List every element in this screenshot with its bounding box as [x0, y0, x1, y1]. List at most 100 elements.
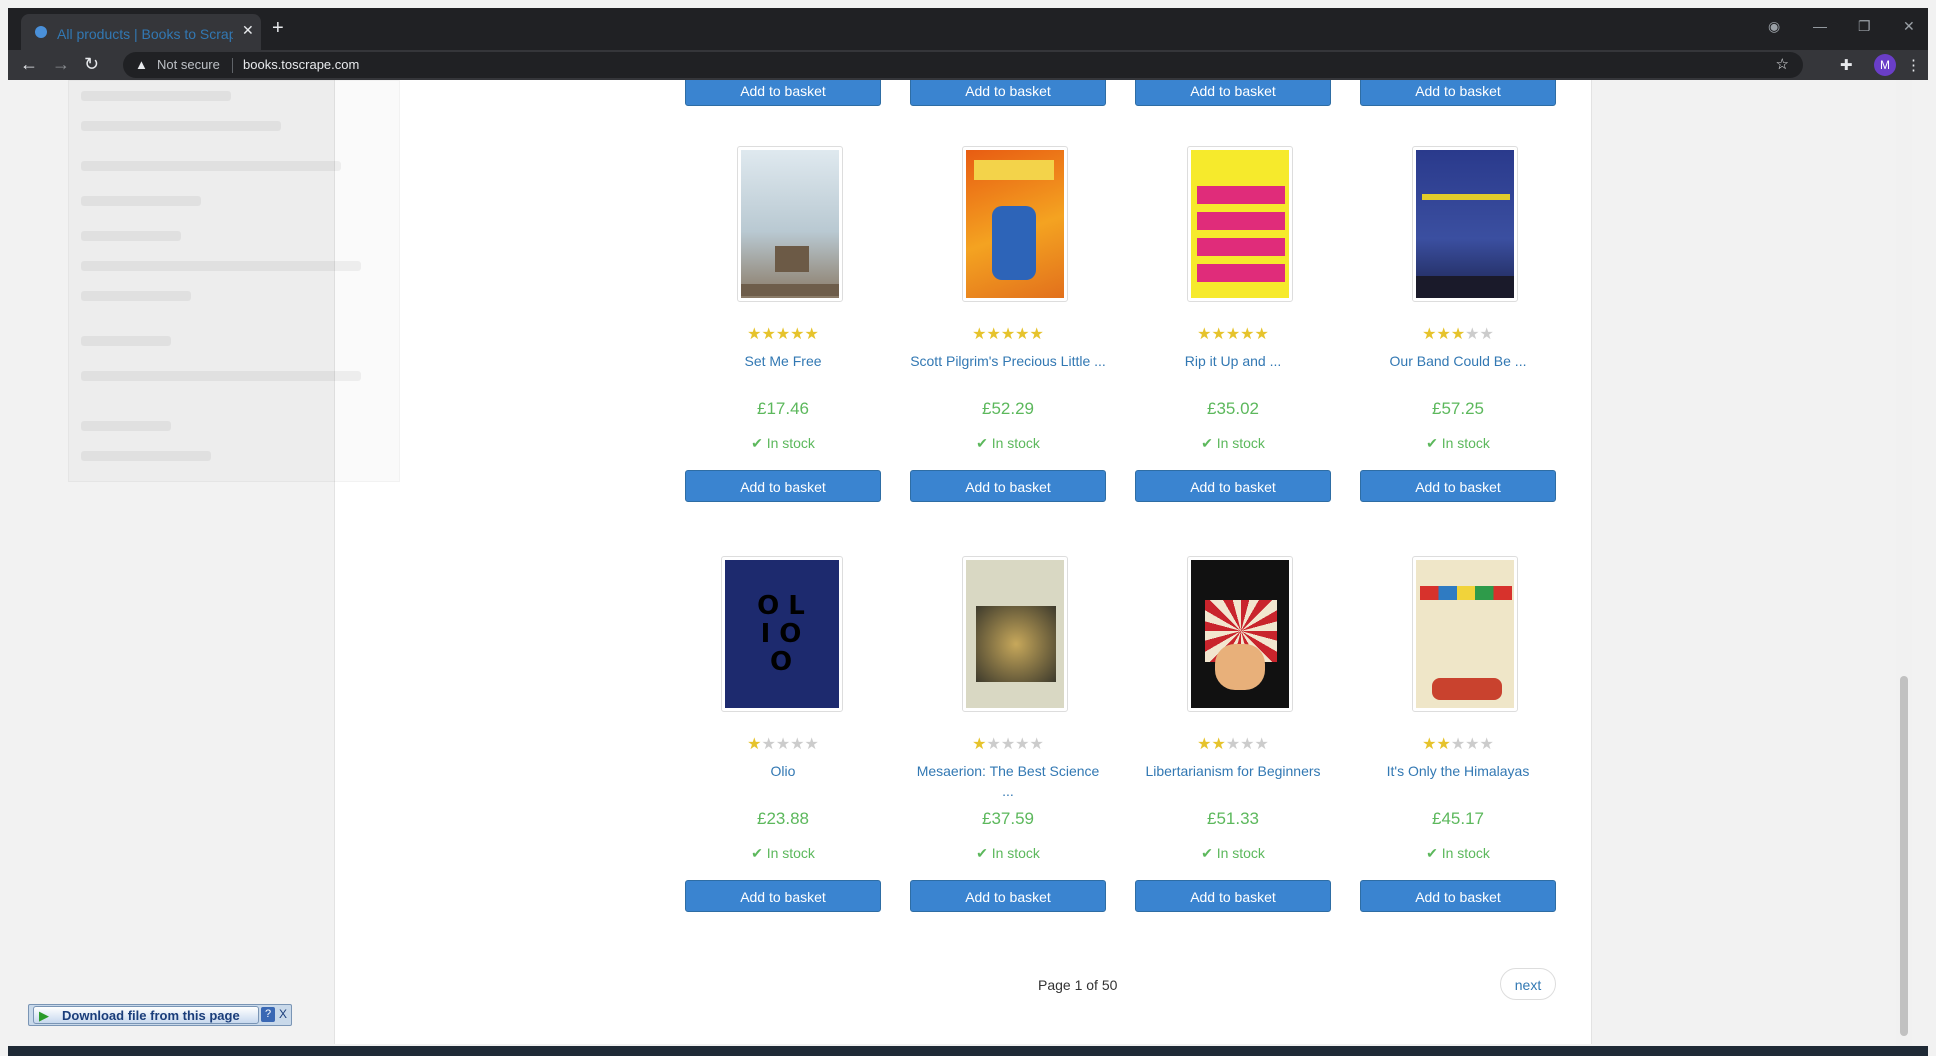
check-icon: ✔ — [1201, 845, 1217, 861]
window-close-icon[interactable]: ✕ — [1903, 18, 1915, 35]
book-cover-image[interactable] — [1135, 556, 1331, 716]
star-rating: ★★★★★ — [1135, 324, 1331, 344]
product-card: ★★★★★ Our Band Could Be ... £57.25 ✔ In … — [1360, 146, 1556, 502]
star-icon: ★ — [1211, 326, 1226, 343]
bookmark-star-icon[interactable]: ☆ — [1776, 55, 1789, 73]
scrollbar-thumb[interactable] — [1900, 676, 1908, 1036]
help-icon[interactable]: ? — [261, 1007, 275, 1022]
vertical-scrollbar[interactable] — [1896, 80, 1912, 1046]
browser-tab[interactable]: All products | Books to Scrape - Sandbox… — [21, 14, 261, 50]
star-icon: ★ — [761, 326, 776, 343]
star-rating: ★★★★★ — [910, 324, 1106, 344]
book-cover-image[interactable]: O L I OO — [685, 556, 881, 716]
star-icon: ★ — [1465, 326, 1480, 343]
star-icon: ★ — [1254, 326, 1269, 343]
book-cover-image[interactable] — [910, 556, 1106, 716]
product-title-link[interactable]: It's Only the Himalayas — [1360, 761, 1556, 781]
address-bar[interactable]: ▲ Not secure books.toscrape.com ☆ — [123, 52, 1803, 78]
add-to-basket-button[interactable]: Add to basket — [910, 470, 1106, 502]
add-to-basket-button[interactable]: Add to basket — [1135, 80, 1331, 106]
product-card: ★★★★★ Mesaerion: The Best Science ... £3… — [910, 556, 1106, 912]
book-cover-image[interactable] — [1135, 146, 1331, 306]
star-icon: ★ — [986, 326, 1001, 343]
tab-close-icon[interactable]: ✕ — [242, 22, 254, 39]
star-rating: ★★★★★ — [1135, 734, 1331, 754]
star-rating: ★★★★★ — [1360, 734, 1556, 754]
star-icon: ★ — [790, 736, 805, 753]
product-card: ★★★★★ It's Only the Himalayas £45.17 ✔ I… — [1360, 556, 1556, 912]
add-to-basket-button[interactable]: Add to basket — [910, 880, 1106, 912]
add-to-basket-button[interactable]: Add to basket — [1360, 80, 1556, 106]
security-status[interactable]: Not secure — [157, 57, 220, 72]
check-icon: ✔ — [1201, 435, 1217, 451]
star-icon: ★ — [972, 326, 987, 343]
profile-avatar[interactable]: M — [1874, 54, 1896, 76]
add-to-basket-button[interactable]: Add to basket — [1360, 470, 1556, 502]
url-text[interactable]: books.toscrape.com — [243, 57, 359, 72]
star-icon: ★ — [1015, 736, 1030, 753]
product-title-link[interactable]: Our Band Could Be ... — [1360, 351, 1556, 371]
warning-icon[interactable]: ▲ — [135, 57, 148, 72]
add-to-basket-button[interactable]: Add to basket — [685, 470, 881, 502]
product-title-link[interactable]: Libertarianism for Beginners — [1135, 761, 1331, 781]
close-icon[interactable]: X — [277, 1007, 289, 1022]
add-to-basket-button[interactable]: Add to basket — [1135, 880, 1331, 912]
book-cover-image[interactable] — [1360, 556, 1556, 716]
omnibox-divider — [232, 58, 233, 73]
star-icon: ★ — [1465, 736, 1480, 753]
book-cover-image[interactable] — [685, 146, 881, 306]
product-title-link[interactable]: Scott Pilgrim's Precious Little ... — [910, 351, 1106, 371]
next-page-button[interactable]: next — [1500, 968, 1556, 1000]
product-title-link[interactable]: Olio — [685, 761, 881, 781]
check-icon: ✔ — [976, 435, 992, 451]
star-icon: ★ — [1225, 736, 1241, 753]
new-tab-button[interactable]: + — [272, 18, 284, 38]
product-title-link[interactable]: Set Me Free — [685, 351, 881, 371]
star-icon: ★ — [1422, 326, 1437, 343]
star-icon: ★ — [1000, 736, 1016, 753]
extensions-icon[interactable]: ✚ — [1840, 56, 1853, 74]
add-to-basket-button[interactable]: Add to basket — [1135, 470, 1331, 502]
star-icon: ★ — [804, 326, 819, 343]
add-to-basket-button[interactable]: Add to basket — [1360, 880, 1556, 912]
product-price: £37.59 — [982, 809, 1034, 828]
check-icon: ✔ — [1426, 435, 1442, 451]
star-icon: ★ — [747, 326, 762, 343]
add-to-basket-button[interactable]: Add to basket — [910, 80, 1106, 106]
add-to-basket-button[interactable]: Add to basket — [685, 80, 881, 106]
menu-kebab-icon[interactable]: ⋮ — [1906, 56, 1921, 74]
star-icon: ★ — [1197, 326, 1212, 343]
reload-icon[interactable]: ↻ — [84, 54, 99, 74]
star-icon: ★ — [1240, 326, 1255, 343]
availability: ✔ In stock — [976, 435, 1040, 451]
download-file-button[interactable]: Download file from this page — [33, 1006, 259, 1024]
availability: ✔ In stock — [1426, 845, 1490, 861]
tab-search-icon[interactable]: ◉ — [1768, 18, 1780, 35]
product-price: £17.46 — [757, 399, 809, 418]
product-price: £52.29 — [982, 399, 1034, 418]
restore-icon[interactable]: ❐ — [1858, 18, 1871, 35]
add-to-basket-button[interactable]: Add to basket — [685, 880, 881, 912]
star-icon: ★ — [1450, 736, 1466, 753]
product-title-link[interactable]: Rip it Up and ... — [1135, 351, 1331, 371]
star-icon: ★ — [1029, 736, 1044, 753]
check-icon: ✔ — [751, 845, 767, 861]
star-icon: ★ — [1000, 326, 1016, 343]
product-price: £35.02 — [1207, 399, 1259, 418]
star-rating: ★★★★★ — [1360, 324, 1556, 344]
star-icon: ★ — [1479, 736, 1494, 753]
star-icon: ★ — [986, 736, 1001, 753]
site-favicon-icon — [35, 26, 47, 38]
product-title-link[interactable]: Mesaerion: The Best Science ... — [910, 761, 1106, 801]
product-price: £57.25 — [1432, 399, 1484, 418]
back-arrow-icon[interactable]: ← — [20, 54, 38, 74]
star-icon: ★ — [1029, 326, 1044, 343]
forward-arrow-icon[interactable]: → — [52, 54, 70, 74]
star-icon: ★ — [1197, 736, 1212, 753]
book-cover-image[interactable] — [1360, 146, 1556, 306]
book-cover-image[interactable] — [910, 146, 1106, 306]
minimize-icon[interactable]: — — [1813, 18, 1827, 34]
star-rating: ★★★★★ — [685, 324, 881, 344]
star-icon: ★ — [1254, 736, 1269, 753]
availability: ✔ In stock — [751, 845, 815, 861]
